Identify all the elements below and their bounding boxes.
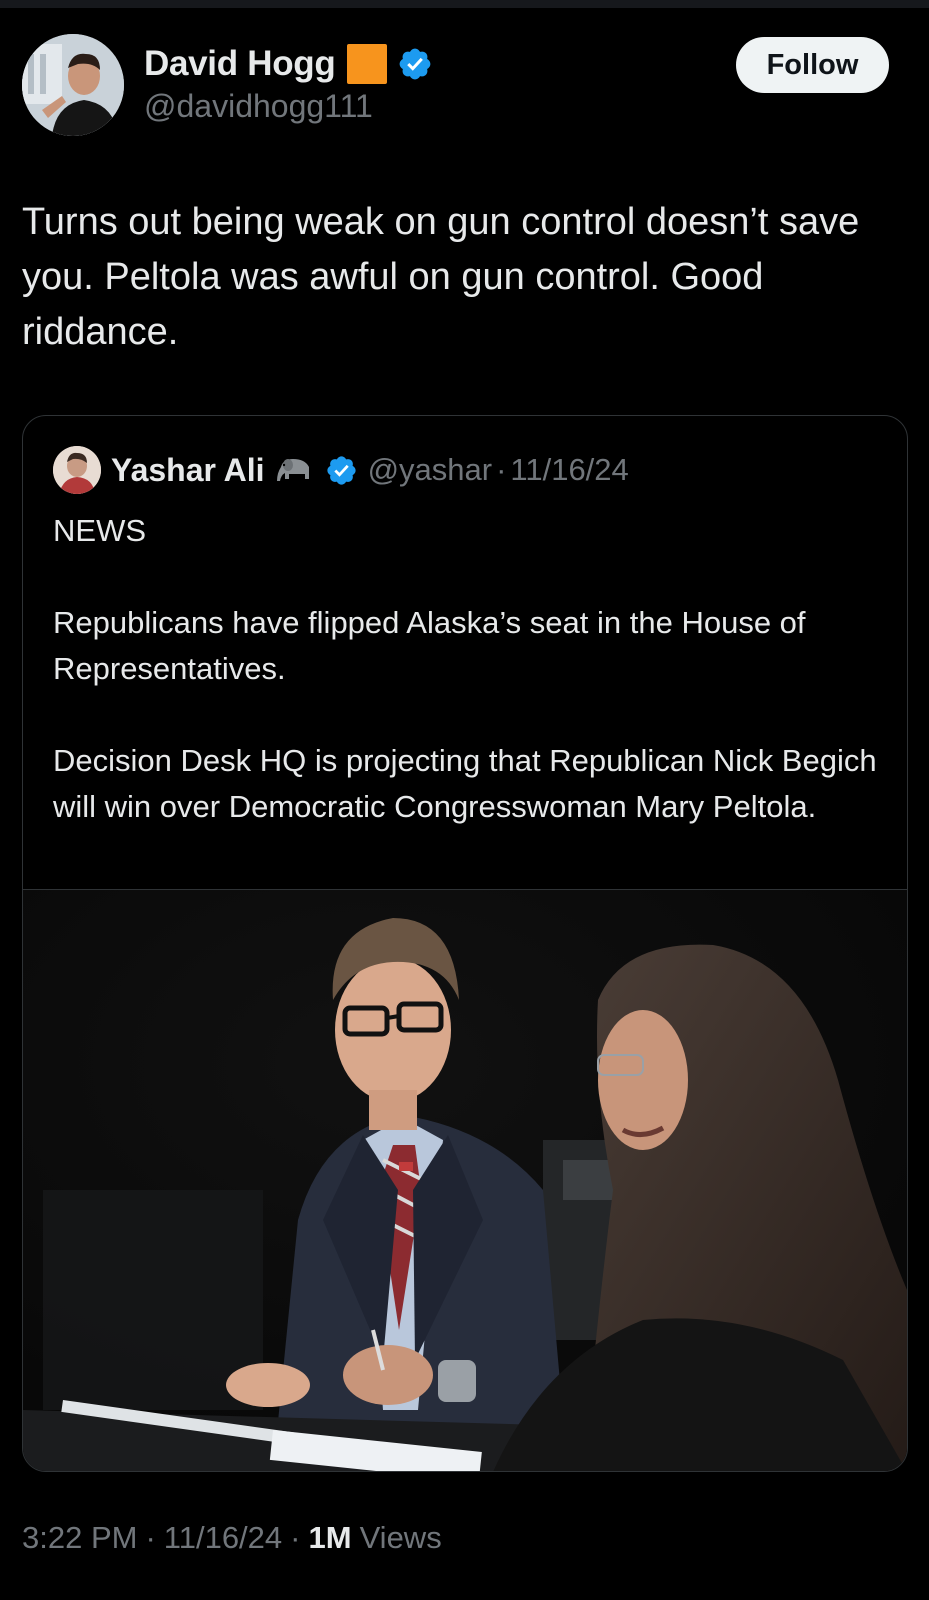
avatar-image (22, 34, 124, 136)
quoted-separator: · (496, 452, 507, 487)
quoted-author-avatar[interactable] (53, 446, 101, 494)
elephant-icon (276, 459, 309, 481)
quoted-author-name[interactable]: Yashar Ali (111, 452, 265, 489)
follow-button[interactable]: Follow (736, 37, 889, 93)
tweet-meta: 3:22 PM · 11/16/24 · 1M Views (22, 1520, 442, 1556)
quoted-tweet-header: Yashar Ali @yashar · 11/16/24 (53, 446, 629, 494)
tweet-time[interactable]: 3:22 PM (22, 1520, 137, 1556)
quoted-tweet-card[interactable]: Yashar Ali @yashar · 11/16/24 NEWS Repub… (22, 415, 908, 1472)
quoted-avatar-image (53, 446, 101, 494)
quoted-verified-badge-icon (326, 455, 356, 485)
meta-separator-1: · (145, 1520, 156, 1555)
tweet-text: Turns out being weak on gun control does… (22, 201, 870, 353)
orange-square-icon (347, 44, 388, 84)
top-divider (0, 0, 929, 8)
author-name[interactable]: David Hogg (144, 44, 336, 84)
debate-photo (23, 890, 907, 1471)
meta-separator-2: · (290, 1520, 301, 1555)
author-name-row: David Hogg (144, 42, 433, 86)
quoted-tweet-photo[interactable] (23, 889, 907, 1471)
author-handle[interactable]: @davidhogg111 (144, 88, 373, 125)
quoted-date[interactable]: 11/16/24 (510, 452, 628, 488)
views-label[interactable]: Views (360, 1520, 442, 1556)
views-count[interactable]: 1M (308, 1520, 351, 1556)
tweet-date[interactable]: 11/16/24 (164, 1520, 282, 1556)
quoted-author-handle[interactable]: @yashar (368, 452, 493, 488)
author-avatar[interactable] (22, 34, 124, 136)
quoted-tweet-text: NEWS Republicans have flipped Alaska’s s… (53, 513, 877, 824)
verified-badge-icon (400, 48, 431, 80)
